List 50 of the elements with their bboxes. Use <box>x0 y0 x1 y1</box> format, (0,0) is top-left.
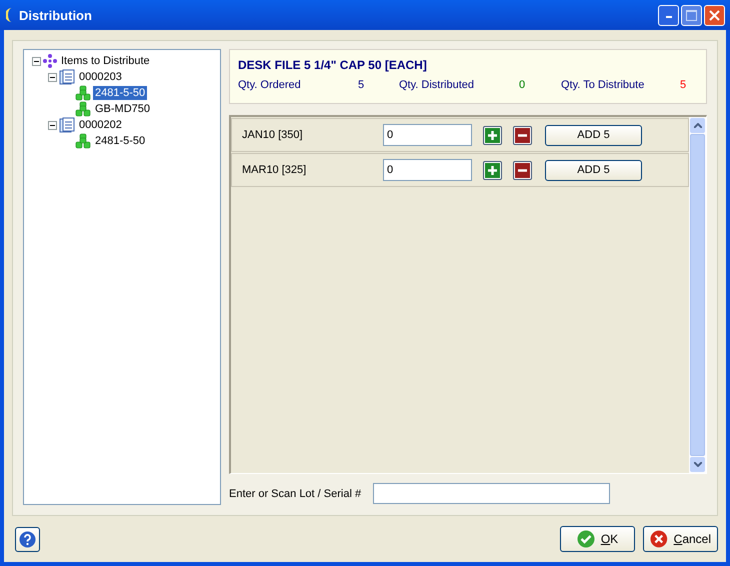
minus-button[interactable] <box>513 160 532 180</box>
plus-button[interactable] <box>483 126 502 144</box>
quantity-field[interactable]: 0 <box>383 124 472 146</box>
quantity-label: Qty. Ordered <box>238 79 302 91</box>
tree-item[interactable]: 0000202 <box>77 118 124 132</box>
check-icon <box>576 530 595 548</box>
tree-item[interactable]: 0000203 <box>77 70 124 84</box>
collapse-toggle[interactable] <box>48 120 57 130</box>
close-button[interactable] <box>704 4 725 26</box>
boxes-icon <box>75 133 91 149</box>
cancel-icon <box>650 530 668 548</box>
lot-name: MAR10 [325] <box>242 164 308 176</box>
network-icon <box>43 54 57 68</box>
quantity-field[interactable]: 0 <box>383 159 472 181</box>
document-icon <box>59 69 75 85</box>
ok-button[interactable]: OK <box>560 526 635 552</box>
tree-item[interactable]: Items to Distribute <box>59 54 152 68</box>
item-title: DESK FILE 5 1/4" CAP 50 [EACH] <box>238 58 428 72</box>
tree-item[interactable]: 2481-5-50 <box>93 134 148 148</box>
add-button[interactable]: ADD 5 <box>545 160 642 180</box>
collapse-toggle[interactable] <box>32 56 41 66</box>
add-button[interactable]: ADD 5 <box>545 124 642 146</box>
quantity-value: 5 <box>358 79 366 91</box>
quantity-value: 0 <box>519 79 526 91</box>
minimize-button[interactable] <box>658 4 679 26</box>
close-icon <box>709 10 720 20</box>
tree-item[interactable]: 2481-5-50 <box>93 86 148 100</box>
maximize-icon <box>686 10 697 20</box>
help-button[interactable] <box>15 526 40 552</box>
scrollbar[interactable] <box>689 117 706 473</box>
collapse-toggle[interactable] <box>48 72 57 82</box>
moon-icon <box>6 8 14 22</box>
lot-entry-label: Enter or Scan Lot / Serial # <box>229 488 362 500</box>
quantity-label: Qty. Distributed <box>399 79 475 91</box>
lot-name: JAN10 [350] <box>242 129 304 141</box>
cancel-button[interactable]: Cancel <box>643 526 718 552</box>
boxes-icon <box>75 101 91 117</box>
tree-item[interactable]: GB-MD750 <box>93 102 152 116</box>
plus-button[interactable] <box>483 160 502 180</box>
quantity-value: 5 <box>680 79 688 91</box>
maximize-button[interactable] <box>681 4 702 26</box>
document-icon <box>59 117 75 133</box>
quantity-label: Qty. To Distribute <box>561 79 646 91</box>
minus-icon <box>34 58 39 64</box>
window-title: Distribution <box>19 8 93 22</box>
minus-icon <box>50 122 55 128</box>
boxes-icon <box>75 85 91 101</box>
minus-icon <box>50 74 55 80</box>
lot-entry-field[interactable] <box>373 483 610 504</box>
minus-button[interactable] <box>513 126 532 144</box>
